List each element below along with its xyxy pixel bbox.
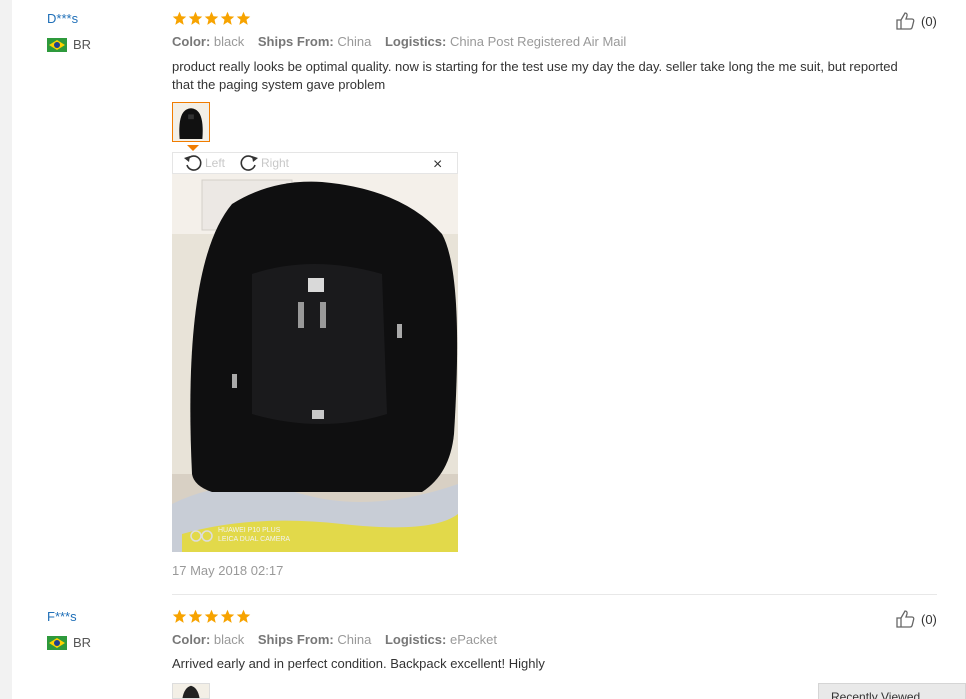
country-code: BR [73, 37, 92, 52]
review-item: D***s BR Color: black Ships From: China … [12, 0, 966, 595]
review-date: 17 May 2018 02:17 [172, 563, 284, 578]
star-rating [172, 609, 251, 624]
thumbnail-pointer [187, 145, 199, 151]
ships-from-value: China [337, 632, 372, 647]
review-text: product really looks be optimal quality.… [172, 59, 898, 92]
photo-viewer-toolbar: Left Right × [172, 152, 458, 174]
review-photo-large: HUAWEI P10 PLUS LEICA DUAL CAMERA [172, 174, 458, 552]
color-label: Color: [172, 34, 211, 49]
helpful-count: (0) [921, 13, 937, 29]
left-margin [0, 0, 12, 699]
watermark-line-2: LEICA DUAL CAMERA [218, 536, 291, 543]
star-icon [188, 11, 203, 26]
rotate-left-label: Left [205, 156, 226, 170]
star-icon [236, 11, 251, 26]
brazil-flag-icon [47, 635, 67, 650]
photo-watermark: HUAWEI P10 PLUS LEICA DUAL CAMERA [218, 526, 290, 544]
logistics-value: ePacket [449, 632, 497, 647]
review-photo-thumbnail[interactable] [172, 683, 210, 699]
color-value: black [213, 632, 245, 647]
ships-from-label: Ships From: [257, 632, 334, 647]
star-icon [172, 11, 187, 26]
order-attributes: Color: black Ships From: China Logistics… [172, 632, 507, 647]
star-icon [172, 609, 187, 624]
star-icon [236, 609, 251, 624]
reviewer-name[interactable]: F***s [47, 609, 77, 624]
star-icon [188, 609, 203, 624]
star-rating [172, 11, 251, 26]
color-label: Color: [172, 632, 211, 647]
brazil-flag-icon [47, 37, 67, 52]
order-attributes: Color: black Ships From: China Logistics… [172, 34, 636, 49]
rotate-right-icon [239, 153, 259, 173]
star-icon [220, 609, 235, 624]
logistics-value: China Post Registered Air Mail [449, 34, 627, 49]
rotate-left-icon [183, 153, 203, 173]
review-divider [172, 594, 937, 595]
ships-from-value: China [337, 34, 372, 49]
reviewer-name[interactable]: D***s [47, 11, 78, 26]
thumbs-up-icon [895, 609, 917, 629]
star-icon [220, 11, 235, 26]
review-text: Arrived early and in perfect condition. … [172, 656, 545, 671]
rotate-right-label: Right [261, 156, 290, 170]
review-photo-thumbnail[interactable] [172, 102, 210, 142]
watermark-line-1: HUAWEI P10 PLUS [218, 527, 281, 534]
close-viewer-button[interactable]: × [433, 157, 442, 173]
helpful-count: (0) [921, 611, 937, 627]
logistics-label: Logistics: [384, 632, 447, 647]
helpful-button[interactable]: (0) [895, 11, 937, 31]
star-icon [204, 609, 219, 624]
helpful-button[interactable]: (0) [895, 609, 937, 629]
reviewer-country: BR [47, 37, 91, 52]
reviewer-country: BR [47, 635, 91, 650]
color-value: black [213, 34, 245, 49]
recently-viewed-tab[interactable]: Recently Viewed [818, 683, 966, 699]
ships-from-label: Ships From: [257, 34, 334, 49]
logistics-label: Logistics: [384, 34, 447, 49]
country-code: BR [73, 635, 92, 650]
rotate-right-button[interactable]: Right [239, 153, 289, 173]
rotate-left-button[interactable]: Left [183, 153, 225, 173]
thumbs-up-icon [895, 11, 917, 31]
star-icon [204, 11, 219, 26]
